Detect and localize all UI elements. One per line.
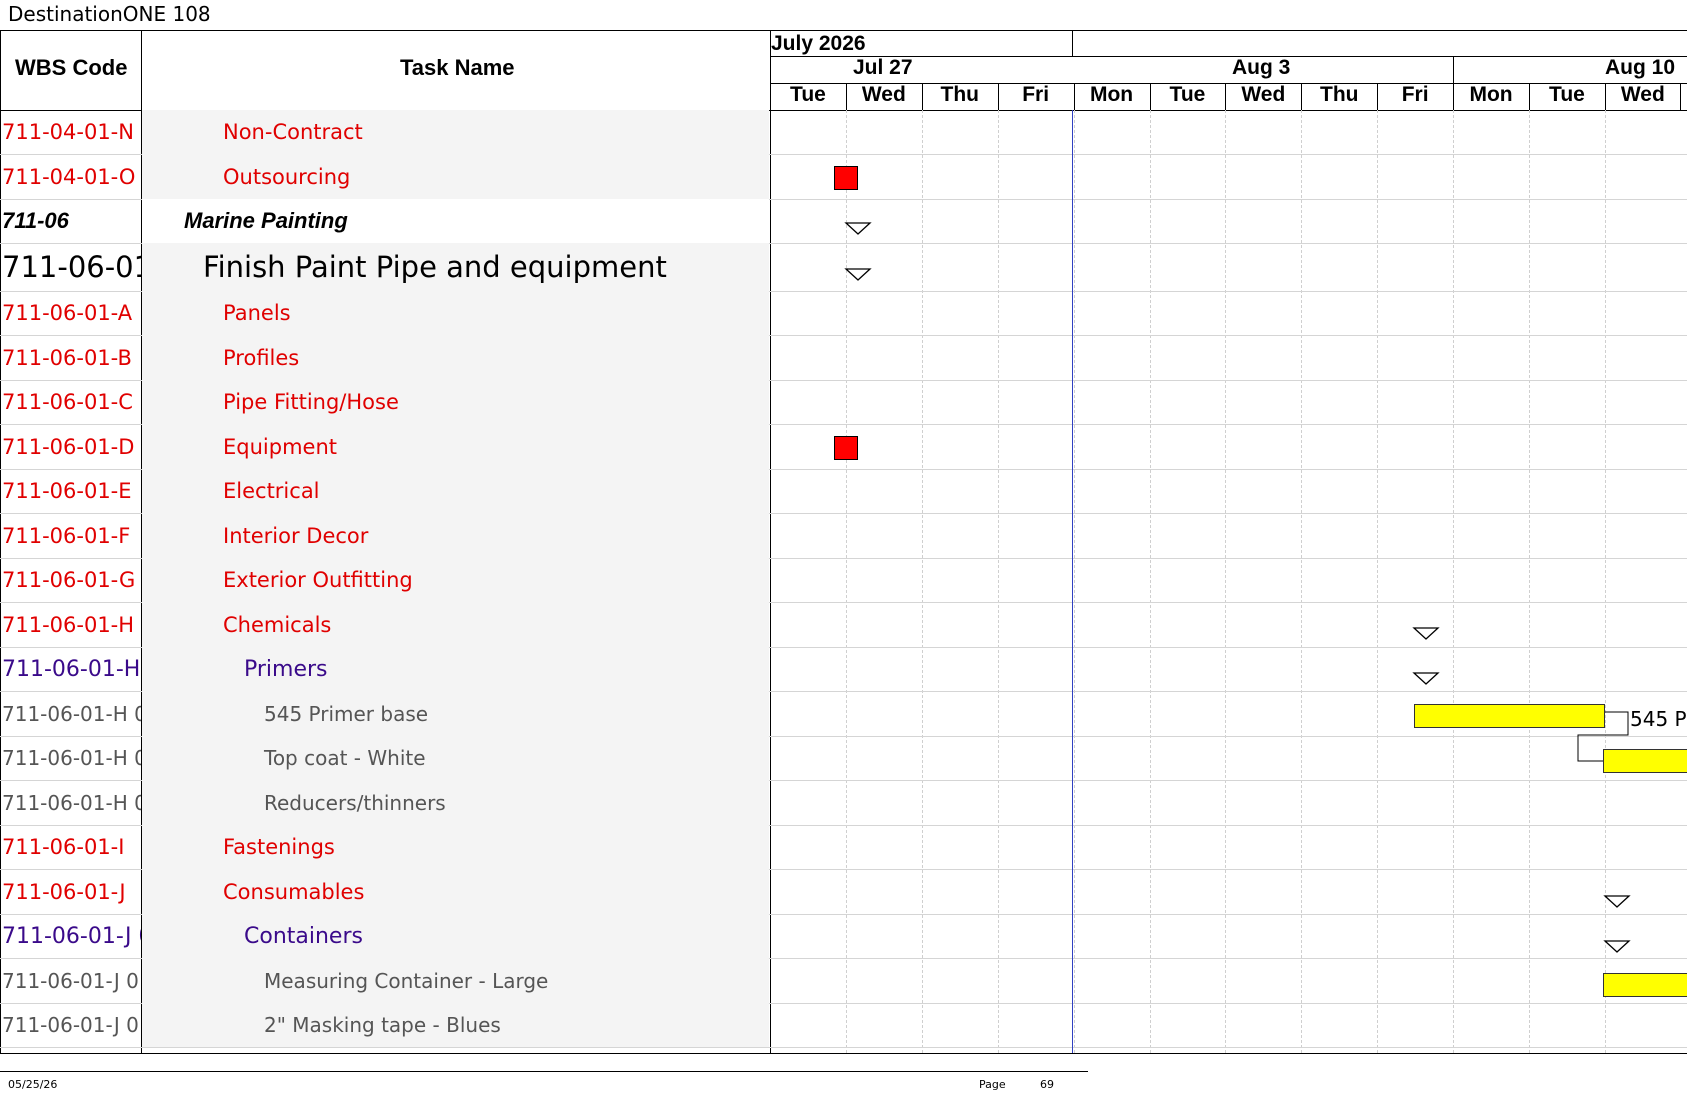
summary-milestone-icon — [844, 268, 872, 281]
footer-page-label: Page — [979, 1078, 1006, 1091]
summary-milestone-icon — [1603, 895, 1631, 908]
summary-milestone-icon — [1412, 672, 1440, 685]
footer-date: 05/25/26 — [8, 1078, 58, 1091]
primer-bar-label: 545 Pr — [1630, 707, 1687, 731]
measuring-container-bar[interactable] — [1603, 973, 1687, 997]
summary-milestone-icon — [1603, 940, 1631, 953]
summary-milestone-icon — [844, 222, 872, 235]
footer-page-number: 69 — [1040, 1078, 1054, 1091]
footer-rule — [0, 1071, 1088, 1072]
primer-base-bar[interactable] — [1414, 704, 1605, 728]
milestone-icons — [844, 222, 1631, 953]
document-title: DestinationONE 108 — [8, 2, 211, 26]
summary-milestone-icon — [1412, 627, 1440, 640]
gantt-sheet: WBS Code Task Name July 2026 Jul 27 Aug … — [0, 30, 1687, 1054]
top-coat-bar[interactable] — [1603, 749, 1687, 773]
